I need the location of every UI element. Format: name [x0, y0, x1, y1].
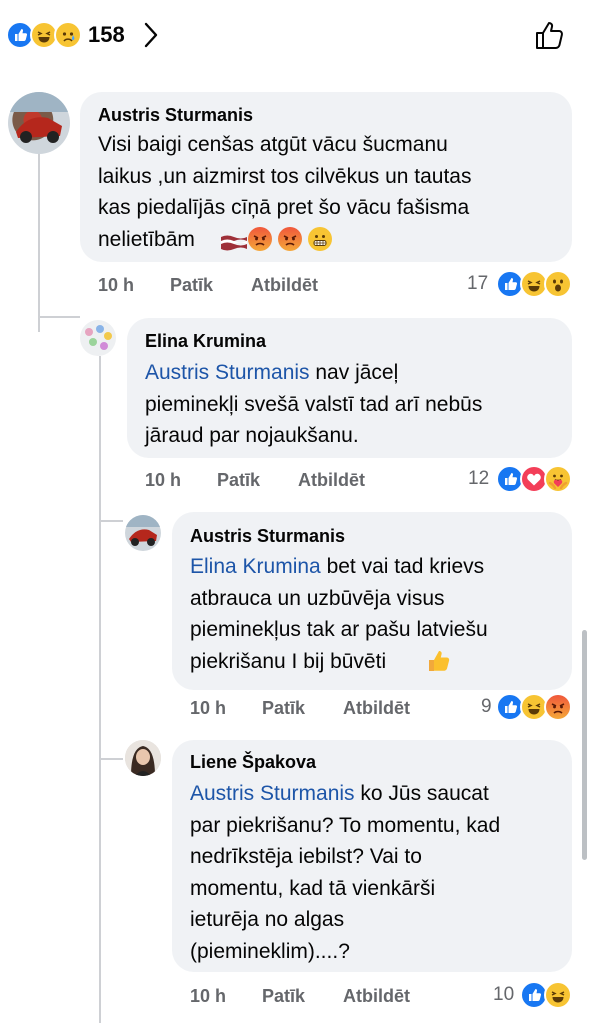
comment-author[interactable]: Austris Sturmanis — [190, 526, 345, 547]
haha-reaction-icon[interactable] — [544, 981, 572, 1009]
chevron-right-icon[interactable] — [143, 21, 159, 49]
like-comment-button[interactable]: Patīk — [262, 698, 305, 719]
thread-connector — [99, 520, 123, 522]
like-button-icon[interactable] — [533, 18, 567, 52]
reply-button[interactable]: Atbildēt — [343, 698, 410, 719]
mention-link[interactable]: Austris Sturmanis — [145, 361, 310, 384]
total-reaction-count[interactable]: 158 — [88, 22, 125, 48]
like-comment-button[interactable]: Patīk — [262, 986, 305, 1007]
wow-reaction-icon[interactable] — [544, 270, 572, 298]
angry-emoji-icon — [248, 226, 272, 251]
thread-line — [99, 356, 101, 1023]
latvia-flag-icon — [220, 230, 248, 250]
avatar[interactable] — [125, 515, 161, 551]
like-comment-button[interactable]: Patīk — [217, 470, 260, 491]
comment-reaction-count[interactable]: 12 — [468, 468, 489, 490]
reply-button[interactable]: Atbildēt — [343, 986, 410, 1007]
angry-emoji-icon — [278, 226, 302, 251]
comment-time[interactable]: 10 h — [190, 698, 226, 719]
mention-link[interactable]: Elina Krumina — [190, 555, 321, 578]
comment-text: Visi baigi cenšas atgūt vācu šucmanu lai… — [98, 133, 472, 251]
angry-reaction-icon[interactable] — [544, 693, 572, 721]
comment-time[interactable]: 10 h — [190, 986, 226, 1007]
reply-button[interactable]: Atbildēt — [298, 470, 365, 491]
reaction-summary-bar: 158 — [0, 0, 590, 70]
comment-time[interactable]: 10 h — [98, 275, 134, 296]
thread-connector — [38, 316, 80, 318]
care-reaction-icon[interactable] — [544, 465, 572, 493]
sad-reaction-icon[interactable] — [54, 21, 82, 49]
scrollbar-thumb[interactable] — [582, 630, 587, 860]
comment-reaction-count[interactable]: 9 — [481, 696, 492, 718]
comment-author[interactable]: Liene Špakova — [190, 752, 316, 773]
comment-reaction-count[interactable]: 10 — [493, 984, 514, 1006]
comment-text: Elina Krumina bet vai tad krievs atbrauc… — [190, 555, 488, 674]
thread-line — [38, 152, 40, 332]
comment-author[interactable]: Austris Sturmanis — [98, 105, 253, 126]
comment-time[interactable]: 10 h — [145, 470, 181, 491]
like-comment-button[interactable]: Patīk — [170, 275, 213, 296]
reply-button[interactable]: Atbildēt — [251, 275, 318, 296]
thumbs-up-emoji-icon — [426, 648, 452, 674]
avatar[interactable] — [125, 740, 161, 776]
comment-text: Austris Sturmanis nav jāceļ pieminekļi s… — [145, 361, 483, 447]
mention-link[interactable]: Austris Sturmanis — [190, 782, 355, 805]
avatar[interactable] — [80, 320, 116, 356]
comment-author[interactable]: Elina Krumina — [145, 331, 266, 352]
thread-connector — [99, 758, 123, 760]
comment-text: Austris Sturmanis ko Jūs saucat par piek… — [190, 782, 501, 963]
avatar[interactable] — [8, 92, 70, 154]
grimace-emoji-icon — [308, 226, 332, 251]
comment-reaction-count[interactable]: 17 — [467, 273, 488, 295]
